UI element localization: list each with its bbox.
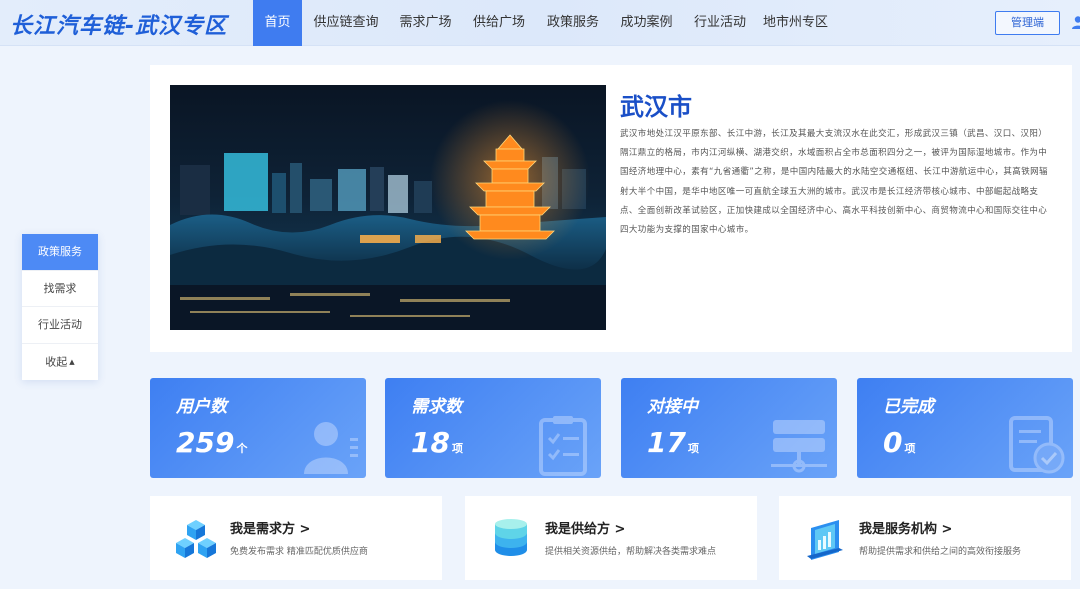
nav-success-cases[interactable]: 成功案例 [609, 0, 684, 46]
city-description: 武汉市地处江汉平原东部、长江中游，长江及其最大支流汉水在此交汇，形成武汉三镇（武… [620, 129, 1048, 236]
caret-up-icon: ▲ [69, 357, 75, 366]
nav-home[interactable]: 首页 [253, 0, 302, 46]
side-item-collapse[interactable]: 收起 ▲ [22, 344, 98, 381]
building-chart-icon [807, 520, 843, 560]
main-nav: 首页 供应链查询 需求广场 供给广场 政策服务 成功案例 行业活动 地市州专区 [253, 0, 835, 46]
nav-supply-chain-query[interactable]: 供应链查询 [302, 0, 390, 46]
server-network-icon [771, 420, 827, 473]
database-stack-icon [495, 519, 527, 556]
side-item-find-demand[interactable]: 找需求 [22, 271, 98, 307]
role-title: 我是服务机构 > [859, 522, 953, 537]
top-header: 长江汽车链-武汉专区 首页 供应链查询 需求广场 供给广场 政策服务 成功案例 … [0, 0, 1080, 46]
nav-demand-square[interactable]: 需求广场 [390, 0, 461, 46]
city-night-photo [170, 85, 606, 330]
stat-card-users[interactable]: 用户数 259 个 [150, 378, 366, 478]
stat-number: 18 [411, 426, 450, 459]
role-card-supplier[interactable]: 我是供给方 > 提供相关资源供给，帮助解决各类需求难点 [465, 496, 757, 580]
stat-unit: 项 [687, 442, 699, 455]
nav-supply-square[interactable]: 供给广场 [461, 0, 537, 46]
role-card-service-agency[interactable]: 我是服务机构 > 帮助提供需求和供给之间的高效衔接服务 [779, 496, 1071, 580]
stat-card-in-progress[interactable]: 对接中 17 项 [621, 378, 837, 478]
nav-city-zones[interactable]: 地市州专区 [756, 0, 835, 46]
stat-unit: 项 [904, 442, 916, 455]
stat-value: 0项 [883, 426, 915, 459]
side-item-policy-service[interactable]: 政策服务 [22, 234, 98, 271]
document-check-icon [1009, 416, 1065, 474]
stat-number: 259 [176, 426, 235, 459]
nav-industry-events[interactable]: 行业活动 [684, 0, 756, 46]
stat-card-completed[interactable]: 已完成 0项 [857, 378, 1073, 478]
city-title: 武汉市 [620, 93, 692, 121]
role-subtitle: 帮助提供需求和供给之间的高效衔接服务 [859, 547, 1022, 557]
side-item-industry-events[interactable]: 行业活动 [22, 307, 98, 344]
role-title: 我是供给方 > [545, 522, 626, 537]
role-subtitle: 免费发布需求 精准匹配优质供应商 [230, 547, 368, 557]
cubes-icon [176, 520, 216, 558]
clipboard-checklist-icon [539, 416, 587, 476]
stat-unit: 项 [451, 442, 463, 455]
user-icon[interactable] [1071, 15, 1080, 29]
stat-number: 0 [883, 426, 903, 459]
yellow-crane-tower-night-image [170, 100, 606, 330]
city-intro-panel: 武汉市 武汉市地处江汉平原东部、长江中游，长江及其最大支流汉水在此交汇，形成武汉… [150, 65, 1072, 352]
admin-button[interactable]: 管理端 [995, 11, 1060, 35]
stat-label: 对接中 [647, 397, 698, 417]
stat-label: 已完成 [883, 397, 934, 417]
stat-value: 259 个 [176, 426, 247, 459]
nav-policy-service[interactable]: 政策服务 [537, 0, 609, 46]
stat-number: 17 [647, 426, 686, 459]
stat-value: 18 项 [411, 426, 463, 459]
collapse-label: 收起 [45, 354, 68, 368]
site-logo[interactable]: 长江汽车链-武汉专区 [10, 8, 227, 40]
stat-label: 用户数 [176, 397, 227, 417]
role-subtitle: 提供相关资源供给，帮助解决各类需求难点 [545, 547, 717, 557]
stat-card-demands[interactable]: 需求数 18 项 [385, 378, 601, 478]
user-icon [304, 422, 358, 474]
floating-side-menu: 政策服务 找需求 行业活动 收起 ▲ [22, 234, 98, 380]
role-card-demander[interactable]: 我是需求方 > 免费发布需求 精准匹配优质供应商 [150, 496, 442, 580]
stat-unit: 个 [236, 442, 248, 455]
role-title: 我是需求方 > [230, 522, 311, 537]
stat-value: 17 项 [647, 426, 699, 459]
stat-label: 需求数 [411, 397, 462, 417]
